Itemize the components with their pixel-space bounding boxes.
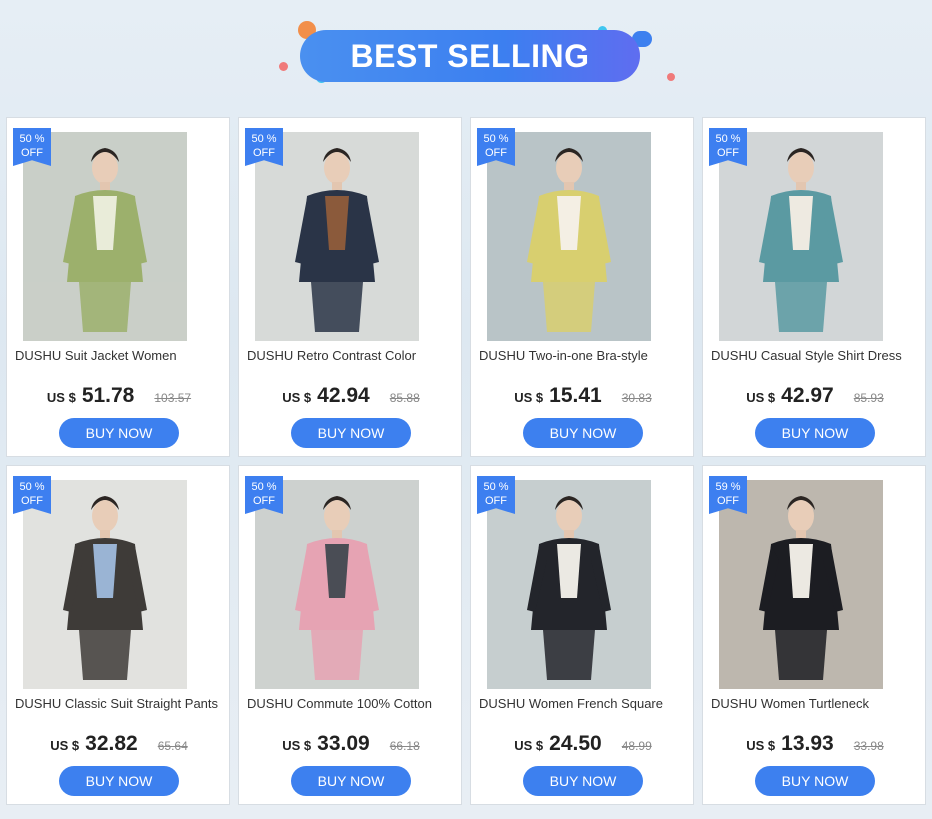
- discount-off-label: OFF: [485, 147, 507, 159]
- sale-price: 33.09: [317, 732, 370, 755]
- currency-label: US $: [746, 738, 776, 753]
- price-row: US $ 33.09 66.18: [239, 732, 463, 756]
- price-row: US $ 51.78 103.57: [7, 384, 231, 408]
- banner-pill: BEST SELLING: [300, 30, 640, 82]
- sale-price: 15.41: [549, 384, 602, 407]
- discount-percent: 50 %: [251, 481, 277, 493]
- buy-now-button[interactable]: BUY NOW: [291, 766, 411, 796]
- decor-dot-pink-2: [667, 73, 675, 81]
- original-price: 103.57: [154, 391, 192, 405]
- original-price: 65.64: [157, 739, 188, 753]
- currency-label: US $: [746, 390, 776, 405]
- discount-off-label: OFF: [21, 147, 43, 159]
- discount-off-label: OFF: [717, 147, 739, 159]
- sale-price: 32.82: [85, 732, 138, 755]
- currency-label: US $: [46, 390, 76, 405]
- original-price: 85.93: [853, 391, 884, 405]
- decor-dot-pink: [279, 62, 288, 71]
- currency-label: US $: [282, 390, 312, 405]
- original-price: 33.98: [853, 739, 884, 753]
- product-card[interactable]: 50 % OFF DUSHU Classic Suit Straight Pan…: [6, 465, 230, 805]
- sale-price: 42.94: [317, 384, 370, 407]
- product-title[interactable]: DUSHU Women Turtleneck: [711, 696, 925, 711]
- discount-badge: 59 % OFF: [709, 476, 747, 514]
- price-row: US $ 42.97 85.93: [703, 384, 927, 408]
- original-price: 48.99: [621, 739, 652, 753]
- original-price: 85.88: [389, 391, 420, 405]
- discount-percent: 50 %: [251, 133, 277, 145]
- sale-price: 24.50: [549, 732, 602, 755]
- product-card[interactable]: 50 % OFF DUSHU Two-in-one Bra-style US $…: [470, 117, 694, 457]
- buy-now-button[interactable]: BUY NOW: [59, 766, 179, 796]
- price-row: US $ 32.82 65.64: [7, 732, 231, 756]
- discount-off-label: OFF: [485, 495, 507, 507]
- product-card[interactable]: 50 % OFF DUSHU Women French Square US $ …: [470, 465, 694, 805]
- sale-price: 42.97: [781, 384, 834, 407]
- price-row: US $ 42.94 85.88: [239, 384, 463, 408]
- discount-badge: 50 % OFF: [245, 476, 283, 514]
- currency-label: US $: [514, 738, 544, 753]
- discount-badge: 50 % OFF: [477, 476, 515, 514]
- currency-label: US $: [282, 738, 312, 753]
- price-row: US $ 13.93 33.98: [703, 732, 927, 756]
- original-price: 30.83: [621, 391, 652, 405]
- product-title[interactable]: DUSHU Commute 100% Cotton: [247, 696, 461, 711]
- banner-title: BEST SELLING: [350, 37, 590, 74]
- discount-percent: 50 %: [715, 133, 741, 145]
- buy-now-button[interactable]: BUY NOW: [755, 766, 875, 796]
- currency-label: US $: [514, 390, 544, 405]
- buy-now-button[interactable]: BUY NOW: [59, 418, 179, 448]
- product-card[interactable]: 50 % OFF DUSHU Commute 100% Cotton US $ …: [238, 465, 462, 805]
- discount-percent: 50 %: [19, 481, 45, 493]
- product-title[interactable]: DUSHU Retro Contrast Color: [247, 348, 461, 363]
- currency-label: US $: [50, 738, 80, 753]
- price-row: US $ 24.50 48.99: [471, 732, 695, 756]
- buy-now-button[interactable]: BUY NOW: [291, 418, 411, 448]
- product-card[interactable]: 50 % OFF DUSHU Casual Style Shirt Dress …: [702, 117, 926, 457]
- product-title[interactable]: DUSHU Two-in-one Bra-style: [479, 348, 693, 363]
- sale-price: 51.78: [81, 384, 135, 407]
- best-selling-banner: BEST SELLING: [0, 0, 932, 112]
- product-card[interactable]: 50 % OFF DUSHU Suit Jacket Women US $ 51…: [6, 117, 230, 457]
- buy-now-button[interactable]: BUY NOW: [523, 766, 643, 796]
- discount-badge: 50 % OFF: [13, 476, 51, 514]
- discount-off-label: OFF: [717, 495, 739, 507]
- product-card[interactable]: 59 % OFF DUSHU Women Turtleneck US $ 13.…: [702, 465, 926, 805]
- discount-percent: 50 %: [483, 133, 509, 145]
- discount-off-label: OFF: [253, 147, 275, 159]
- product-title[interactable]: DUSHU Casual Style Shirt Dress: [711, 348, 925, 363]
- discount-off-label: OFF: [21, 495, 43, 507]
- product-title[interactable]: DUSHU Women French Square: [479, 696, 693, 711]
- discount-off-label: OFF: [253, 495, 275, 507]
- sale-price: 13.93: [781, 732, 834, 755]
- discount-percent: 50 %: [19, 133, 45, 145]
- buy-now-button[interactable]: BUY NOW: [755, 418, 875, 448]
- product-title[interactable]: DUSHU Suit Jacket Women: [15, 348, 229, 363]
- discount-percent: 59 %: [715, 481, 741, 493]
- product-title[interactable]: DUSHU Classic Suit Straight Pants: [15, 696, 229, 711]
- product-card[interactable]: 50 % OFF DUSHU Retro Contrast Color US $…: [238, 117, 462, 457]
- original-price: 66.18: [389, 739, 420, 753]
- price-row: US $ 15.41 30.83: [471, 384, 695, 408]
- product-grid: 50 % OFF DUSHU Suit Jacket Women US $ 51…: [6, 117, 928, 805]
- discount-percent: 50 %: [483, 481, 509, 493]
- buy-now-button[interactable]: BUY NOW: [523, 418, 643, 448]
